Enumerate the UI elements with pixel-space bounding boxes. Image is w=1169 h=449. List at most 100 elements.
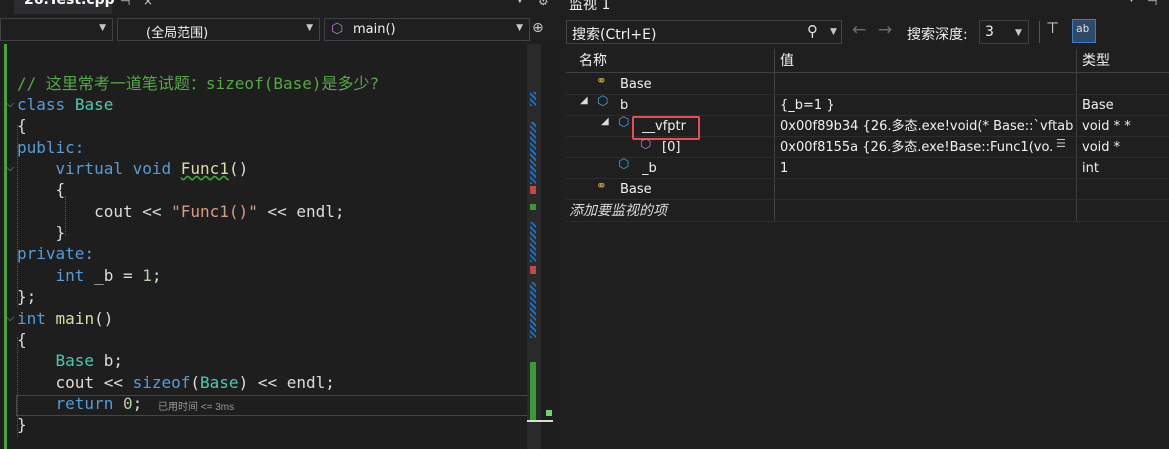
identifier: cout bbox=[55, 373, 95, 392]
brace: { bbox=[55, 180, 66, 199]
variable-cube-icon: ⬡ bbox=[597, 94, 609, 109]
split-window-icon[interactable]: ⊕ bbox=[532, 20, 544, 36]
keyword: sizeof bbox=[132, 373, 191, 392]
scope-dropdown[interactable]: (全局范围) ▼ bbox=[117, 18, 320, 41]
watch-row-name[interactable]: [0] bbox=[662, 137, 680, 158]
string-literal: "Func1()" bbox=[171, 202, 258, 221]
semicolon: ; bbox=[334, 202, 345, 221]
identifier: endl bbox=[296, 202, 335, 221]
element-cube-icon: ⬡ bbox=[640, 137, 652, 152]
fold-toggle[interactable]: ⌵ bbox=[6, 161, 14, 175]
window-menu-icon[interactable]: ▼ bbox=[1128, 0, 1135, 4]
scroll-marker-change bbox=[530, 204, 536, 210]
keyword: return bbox=[55, 394, 114, 413]
chevron-down-icon: ▼ bbox=[306, 23, 313, 33]
code-line-main-close: } bbox=[17, 415, 27, 434]
operator: << bbox=[257, 202, 297, 221]
paren: ( bbox=[190, 373, 201, 392]
search-icon[interactable]: ⚲ bbox=[807, 22, 818, 40]
toolbar-separator bbox=[1039, 21, 1040, 43]
base-class-icon: ⚭ bbox=[596, 74, 607, 89]
pin-icon[interactable]: ⊣ bbox=[1147, 0, 1157, 8]
variable-cube-icon: ⬡ bbox=[618, 115, 630, 130]
code-line-close: } bbox=[17, 222, 66, 243]
column-divider[interactable] bbox=[774, 49, 775, 221]
code-line-main-open: { bbox=[17, 330, 27, 349]
scroll-marker-error bbox=[530, 186, 536, 194]
code-line-private: private: bbox=[17, 244, 95, 263]
scroll-marker bbox=[530, 92, 536, 106]
watch-row-name[interactable]: Base bbox=[620, 179, 652, 200]
project-dropdown[interactable]: ▼ bbox=[0, 18, 113, 41]
pin-icon[interactable]: ⊤ bbox=[1046, 19, 1059, 37]
operator: << bbox=[248, 373, 287, 392]
watch-row-name[interactable]: b bbox=[620, 95, 628, 116]
watch-row-value[interactable]: {_b=1 } bbox=[780, 95, 1070, 116]
watch-row-value[interactable]: 0x00f89b34 {26.多态.exe!void(* Base::`vfta… bbox=[780, 116, 1073, 137]
code-line-member: int _b = 1; bbox=[17, 265, 162, 286]
watch-row-name[interactable]: _b bbox=[642, 158, 657, 179]
function-name: Func1 bbox=[180, 159, 229, 178]
tab-list-dropdown-icon[interactable]: ▼ bbox=[516, 0, 524, 5]
operator: << bbox=[132, 202, 172, 221]
parens: () bbox=[228, 159, 249, 178]
scroll-marker bbox=[530, 122, 536, 184]
parens: () bbox=[94, 309, 114, 328]
view-list-icon[interactable]: ☰ bbox=[1056, 137, 1066, 150]
identifier: cout bbox=[94, 202, 133, 221]
code-line-class: class Base bbox=[17, 94, 113, 115]
watch-row-type: void * bbox=[1082, 140, 1121, 155]
navigation-bar: ▼ (全局范围) ▼ ⬡ main() ▼ bbox=[0, 14, 556, 44]
type-name: Base bbox=[55, 351, 95, 370]
column-divider[interactable] bbox=[1076, 49, 1077, 221]
fold-toggle[interactable]: ⌵ bbox=[6, 97, 14, 111]
pane-splitter[interactable] bbox=[555, 0, 564, 449]
column-header-name[interactable]: 名称 bbox=[579, 50, 607, 72]
fold-toggle[interactable]: ⌵ bbox=[6, 311, 14, 325]
number-literal: 0 bbox=[122, 394, 133, 413]
method-cube-icon: ⬡ bbox=[331, 21, 344, 37]
code-line-endclass: }; bbox=[17, 287, 37, 306]
base-class-icon: ⚭ bbox=[596, 179, 607, 194]
gear-icon[interactable]: ⚙ bbox=[538, 0, 549, 8]
expand-icon[interactable]: ◢ bbox=[601, 116, 609, 127]
chevron-down-icon[interactable]: ▼ bbox=[1015, 28, 1022, 38]
watch-row-value[interactable]: 1 bbox=[780, 158, 788, 179]
search-depth-value: 3 bbox=[985, 24, 994, 40]
code-line-return: return 0; bbox=[17, 393, 143, 414]
type-name: Base bbox=[200, 373, 239, 392]
code-line-open: { bbox=[17, 179, 66, 200]
code-line-sizeof: cout << sizeof(Base) << endl; bbox=[17, 372, 335, 393]
hex-display-icon: ab bbox=[1076, 22, 1090, 35]
pin-tab-icon[interactable]: ⊣ bbox=[120, 0, 130, 8]
column-header-type[interactable]: 类型 bbox=[1082, 50, 1110, 72]
expand-icon[interactable]: ◢ bbox=[580, 95, 588, 106]
scroll-caret-line bbox=[527, 420, 553, 422]
back-arrow-icon[interactable]: ← bbox=[852, 20, 866, 40]
close-tab-icon[interactable]: × bbox=[143, 0, 153, 8]
watch-row-name[interactable]: Base bbox=[620, 74, 652, 95]
class-name: Base bbox=[74, 95, 114, 114]
semicolon: ; bbox=[132, 394, 143, 413]
code-line-decl: Base b; bbox=[17, 350, 123, 371]
chevron-down-icon[interactable]: ▼ bbox=[830, 27, 837, 37]
code-line-main: int main() bbox=[17, 308, 113, 329]
semicolon: ; bbox=[325, 373, 335, 392]
search-depth-label: 搜索深度: bbox=[907, 27, 968, 43]
search-placeholder: 搜索(Ctrl+E) bbox=[572, 27, 657, 43]
watch-row-type: Base bbox=[1082, 98, 1114, 113]
keyword: int bbox=[17, 309, 46, 328]
identifier: endl bbox=[286, 373, 326, 392]
scope-dropdown-value: (全局范围) bbox=[146, 26, 209, 41]
function-name: main bbox=[55, 309, 95, 328]
watch-window-title: 监视 1 bbox=[569, 0, 611, 13]
column-header-value[interactable]: 值 bbox=[780, 50, 794, 72]
watch-row-value[interactable]: 0x00f8155a {26.多态.exe!Base::Func1(vo... bbox=[780, 137, 1052, 158]
member-dropdown[interactable]: ⬡ main() ▼ bbox=[324, 18, 530, 41]
number-literal: 1 bbox=[142, 266, 152, 285]
semicolon: ; bbox=[151, 266, 162, 285]
chevron-down-icon: ▼ bbox=[99, 23, 106, 33]
forward-arrow-icon[interactable]: → bbox=[878, 20, 892, 40]
identifier: b; bbox=[94, 351, 123, 370]
add-watch-item[interactable]: 添加要监视的项 bbox=[569, 200, 667, 220]
